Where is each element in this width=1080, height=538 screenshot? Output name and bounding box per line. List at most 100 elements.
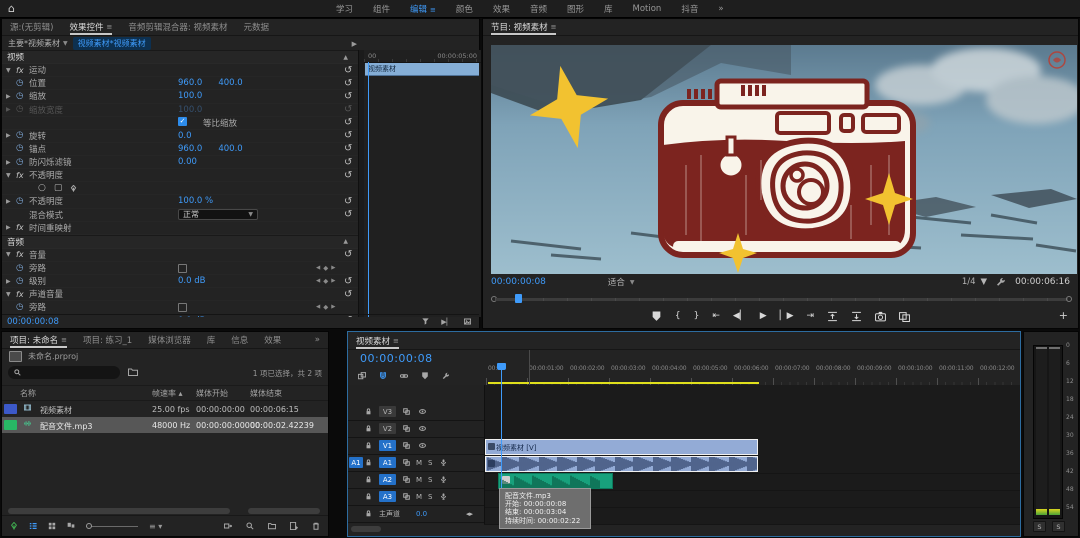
effect-row[interactable]: ▼fx不透明度↺ <box>2 169 358 182</box>
master-clip-label[interactable]: 主要*视频素材 <box>8 38 60 49</box>
expand-icon[interactable]: ▼ <box>6 251 16 258</box>
bin-folder-icon[interactable] <box>128 367 138 377</box>
effect-row[interactable]: ▶◷防闪烁滤镜0.00↺ <box>2 156 358 169</box>
lock-icon[interactable] <box>365 408 372 415</box>
sync-lock-icon[interactable] <box>403 476 410 483</box>
fx-badge-icon[interactable]: fx <box>16 290 29 299</box>
stopwatch-icon[interactable]: ◷ <box>16 92 29 101</box>
tab-sequence[interactable]: 视频素材 ≡ <box>356 333 399 349</box>
effect-row[interactable]: ▶fx时间重映射 <box>2 222 358 235</box>
effect-row[interactable]: ▶◷缩放100.0↺ <box>2 90 358 103</box>
video-track-header-V2[interactable]: V2 <box>348 420 484 438</box>
audio-track-header-A1[interactable]: A1A1MS <box>348 454 484 472</box>
snap-icon[interactable] <box>379 372 387 380</box>
reset-parameter-icon[interactable]: ↺ <box>344 117 352 128</box>
add-keyframe-icon[interactable]: ◆ <box>323 264 328 272</box>
go-to-in-button[interactable]: ⇤ <box>712 311 720 321</box>
sync-lock-icon[interactable] <box>403 493 410 500</box>
add-keyframe-icon[interactable]: ◆ <box>323 277 328 285</box>
lock-icon[interactable] <box>365 493 372 500</box>
program-scrubber[interactable] <box>491 294 1072 304</box>
solo-button-left[interactable]: S <box>1033 521 1046 532</box>
stopwatch-icon[interactable]: ◷ <box>16 79 29 88</box>
tab-project-2[interactable]: 媒体浏览器 <box>148 332 191 348</box>
effect-row[interactable]: ◷锚点960.0400.0↺ <box>2 143 358 156</box>
video-track-header-V1[interactable]: V1 <box>348 437 484 455</box>
extract-button[interactable] <box>851 311 862 322</box>
compare-view-button[interactable] <box>899 311 910 322</box>
audio-clip[interactable] <box>485 456 758 472</box>
mute-button[interactable]: M <box>416 459 422 467</box>
tab-project-5[interactable]: 效果 <box>264 332 281 348</box>
tab-panel[interactable]: 源:(无剪辑) <box>10 19 54 35</box>
panel-menu-icon[interactable]: ≡ <box>430 6 436 14</box>
video-clip[interactable]: 视频素材 [V] <box>485 439 758 455</box>
tab-project-4[interactable]: 信息 <box>231 332 248 348</box>
property-value[interactable]: 100.0 <box>178 91 202 101</box>
property-value[interactable]: 0.0 dB <box>178 276 205 286</box>
effect-panel-timecode[interactable]: 00:00:00:08 <box>7 317 59 327</box>
column-header-1[interactable]: 帧速率 ▴ <box>152 388 183 399</box>
fx-badge-icon[interactable]: fx <box>16 66 29 75</box>
effect-row[interactable]: ▼fx音量↺ <box>2 249 358 262</box>
checkbox[interactable] <box>178 303 187 312</box>
rect-mask-icon[interactable]: ▢ <box>54 183 63 193</box>
solo-button[interactable]: S <box>428 493 432 501</box>
effect-row[interactable]: ◷旁路◀◆▶ <box>2 262 358 275</box>
column-header-0[interactable]: 名称 <box>20 388 36 399</box>
audio-track-header-A3[interactable]: A3MS <box>348 488 484 506</box>
effect-row[interactable]: ▼fx声道音量↺ <box>2 288 358 301</box>
pen-mask-icon[interactable] <box>70 185 77 192</box>
video-track-header-V3[interactable]: V3 <box>348 403 484 421</box>
track-badge-A2[interactable]: A2 <box>379 474 396 485</box>
trash-icon[interactable] <box>312 522 320 530</box>
column-header-3[interactable]: 媒体结束 <box>250 388 282 399</box>
workspace-tab-效果[interactable]: 效果 <box>493 3 510 15</box>
nest-sequence-icon[interactable] <box>358 372 366 380</box>
property-value[interactable]: 960.0 <box>178 144 202 154</box>
tab-project-3[interactable]: 库 <box>207 332 216 348</box>
track-badge-A3[interactable]: A3 <box>379 491 396 502</box>
lock-icon[interactable] <box>365 476 372 483</box>
expand-icon[interactable]: ▶ <box>6 278 16 285</box>
stopwatch-icon[interactable]: ◷ <box>16 277 29 286</box>
reset-parameter-icon[interactable]: ↺ <box>344 91 352 102</box>
zoom-slider-knob[interactable] <box>86 523 92 529</box>
zoom-slider[interactable] <box>86 526 138 527</box>
tab-effect-controls[interactable]: 效果控件≡ <box>70 19 113 35</box>
stopwatch-icon[interactable]: ◷ <box>16 105 29 114</box>
workspace-tab-组件[interactable]: 组件 <box>373 3 390 15</box>
expand-icon[interactable]: ▶ <box>6 132 16 139</box>
checkbox[interactable] <box>178 264 187 273</box>
lock-icon[interactable] <box>365 442 372 449</box>
stopwatch-icon[interactable]: ◷ <box>16 131 29 140</box>
property-value[interactable]: 100.0 <box>178 105 202 115</box>
add-keyframe-icon[interactable]: ◆ <box>323 303 328 311</box>
program-timecode[interactable]: 00:00:00:08 <box>491 277 546 287</box>
chevron-down-icon[interactable]: ▼ <box>63 40 68 47</box>
sort-icon[interactable]: ≡ ▾ <box>149 522 162 531</box>
export-frame-icon[interactable] <box>464 318 471 325</box>
settings-wrench-icon[interactable] <box>996 277 1006 287</box>
linked-selection-icon[interactable] <box>400 372 408 380</box>
expand-icon[interactable]: ▼ <box>6 67 16 74</box>
play-button[interactable]: ▶ <box>760 311 767 321</box>
project-hscrollbar-2[interactable] <box>248 508 320 514</box>
panel-menu-icon[interactable]: ≡ <box>393 337 399 345</box>
label-color-chip[interactable] <box>4 420 17 430</box>
pan-icon[interactable]: ◂▸ <box>466 510 473 518</box>
effect-row[interactable]: ▶◷缩放宽度100.0↺ <box>2 104 358 117</box>
workspace-overflow[interactable]: » <box>718 4 723 14</box>
effect-row[interactable]: ▶◷不透明度100.0 %↺ <box>2 195 358 208</box>
effect-row[interactable]: 混合模式正常▼↺ <box>2 209 358 222</box>
effect-row[interactable]: ○▢ <box>2 182 358 195</box>
effect-row[interactable]: ▶◷旋转0.0↺ <box>2 130 358 143</box>
reset-parameter-icon[interactable]: ↺ <box>344 276 352 287</box>
lock-icon[interactable] <box>365 425 372 432</box>
program-playhead[interactable] <box>515 294 522 303</box>
reset-parameter-icon[interactable]: ↺ <box>344 65 352 76</box>
track-badge-V3[interactable]: V3 <box>379 406 396 417</box>
voiceover-clip[interactable] <box>498 473 613 489</box>
panel-menu-icon[interactable]: ≡ <box>61 336 67 344</box>
sub-clip-label[interactable]: 视频素材*视频素材 <box>73 37 151 50</box>
